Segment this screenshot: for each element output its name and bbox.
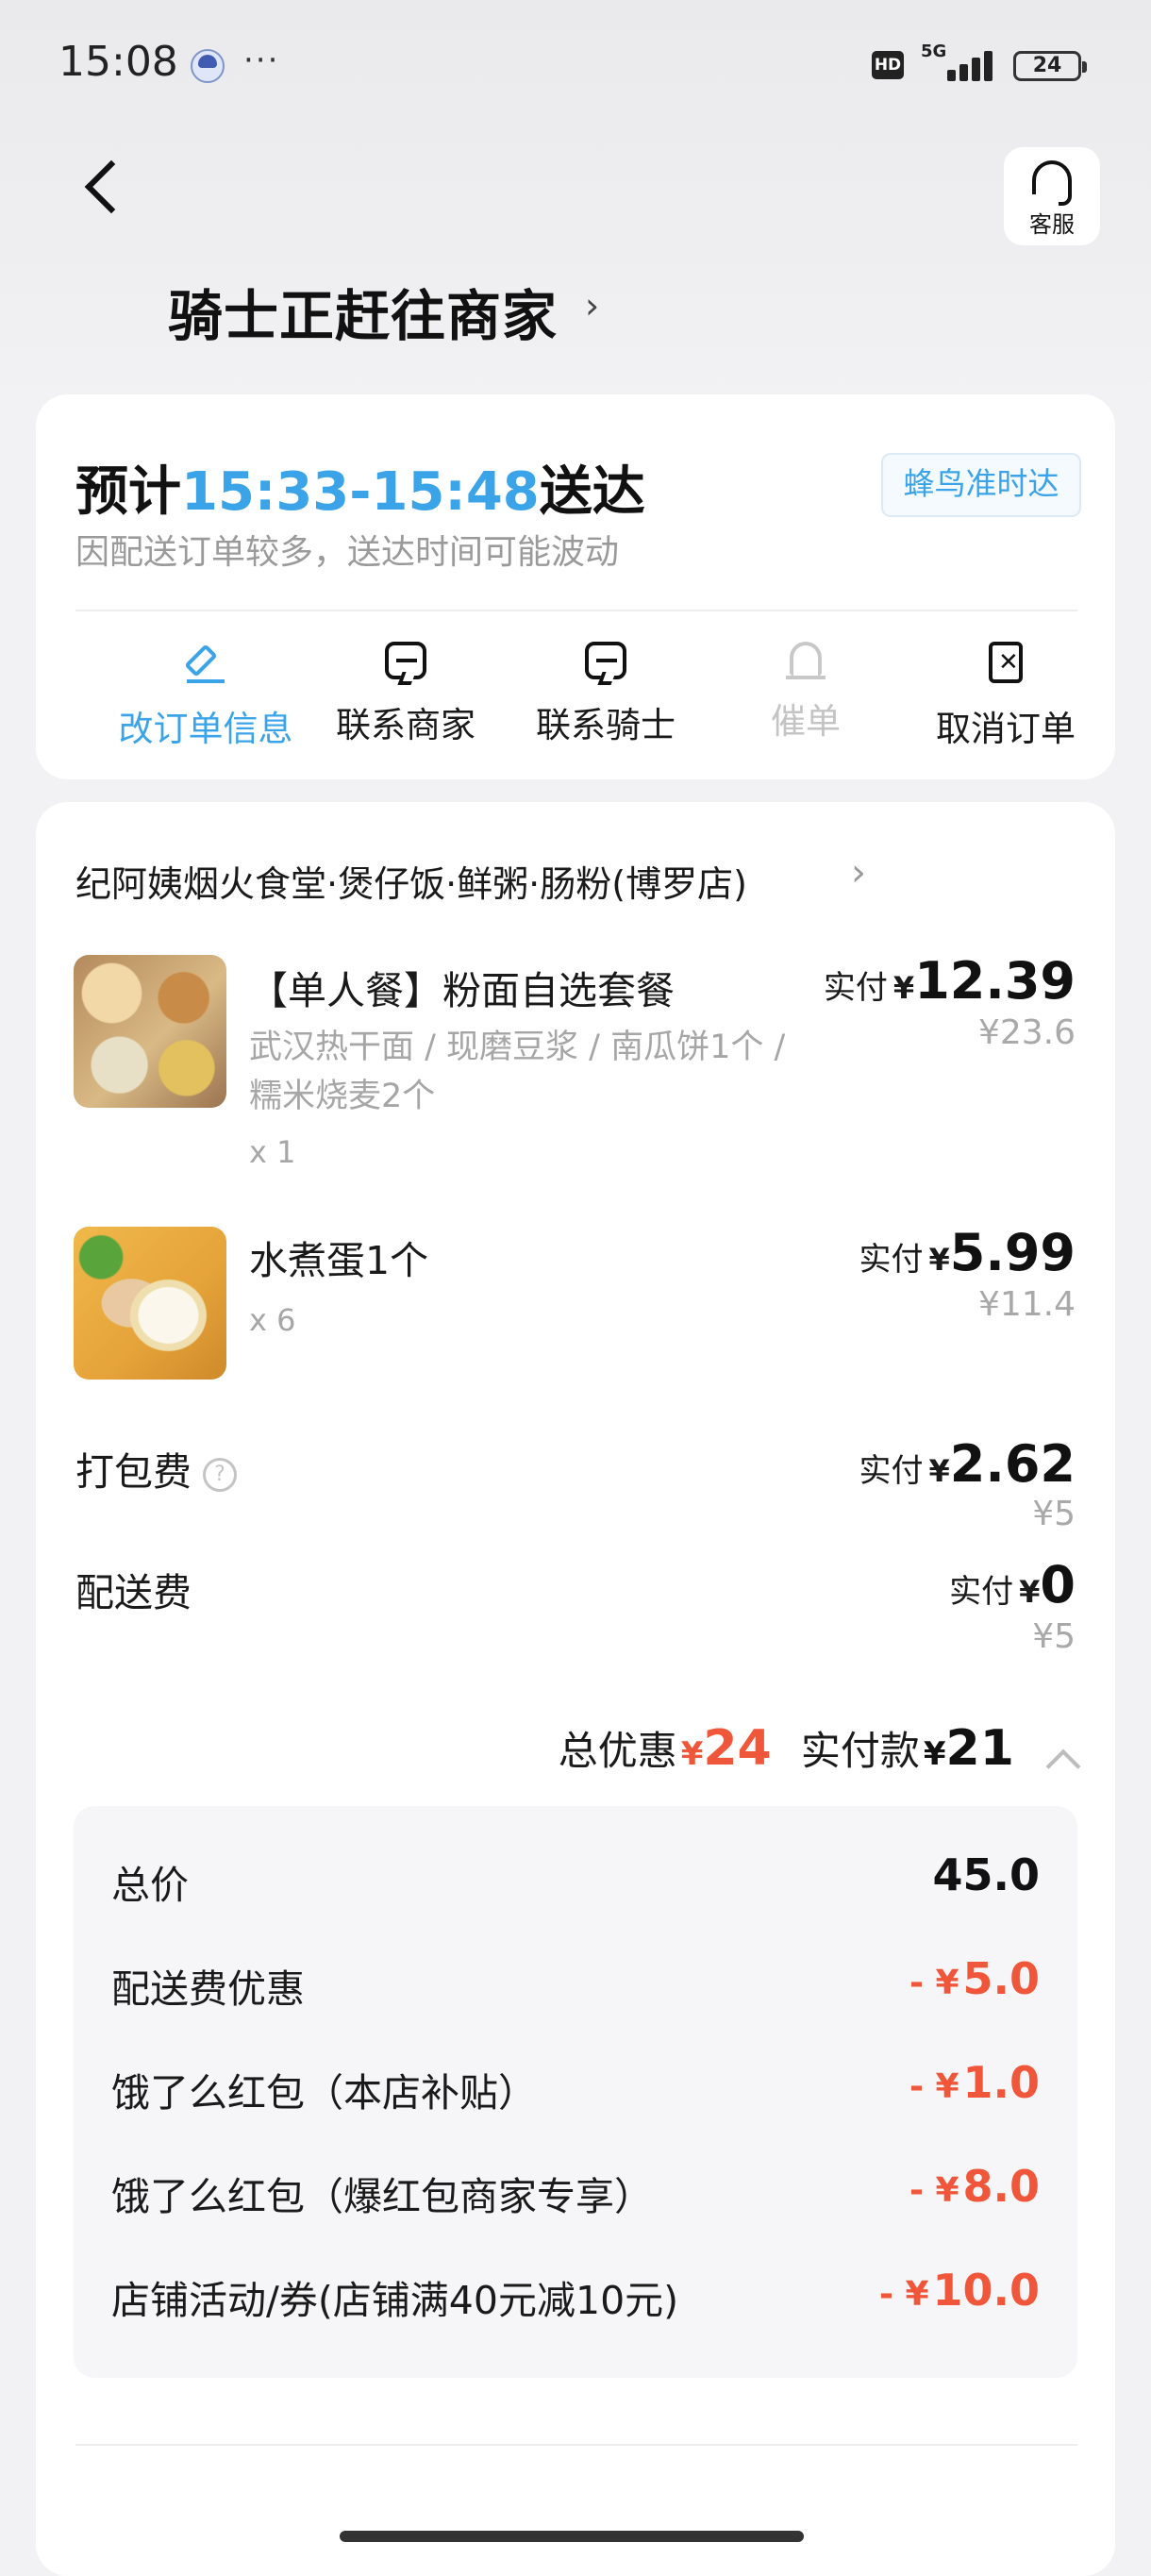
cancel-order-icon bbox=[989, 642, 1023, 683]
packing-fee-paid: 实付 ¥2.62 bbox=[859, 1434, 1076, 1494]
currency: ¥ bbox=[892, 970, 915, 1006]
paid-label: 实付 bbox=[859, 1241, 924, 1279]
eta-time-range: 15:33-15:48 bbox=[181, 461, 540, 523]
item-paid: 实付 ¥12.39 bbox=[824, 951, 1076, 1011]
breakdown-row: 饿了么红包（本店补贴） - ¥1.0 bbox=[111, 2057, 1040, 2117]
currency: ¥ bbox=[680, 1735, 704, 1773]
breakdown-value: 45.0 bbox=[932, 1849, 1041, 1900]
action-label: 改订单信息 bbox=[118, 709, 293, 749]
item-image[interactable] bbox=[74, 1227, 226, 1380]
order-actions: 改订单信息 联系商家 联系骑士 催单 取消订单 bbox=[36, 630, 1115, 772]
chat-icon bbox=[385, 642, 426, 679]
divider bbox=[75, 610, 1077, 611]
breakdown-label: 店铺活动/券(店铺满40元减10元) bbox=[111, 2278, 679, 2323]
network-type: 5G bbox=[921, 42, 947, 61]
currency: ¥ bbox=[923, 1735, 946, 1773]
chevron-right-icon[interactable]: › bbox=[851, 851, 866, 895]
paid-label: 实付 bbox=[823, 969, 888, 1007]
shop-name[interactable]: 纪阿姨烟火食堂·煲仔饭·鲜粥·肠粉(博罗店) bbox=[75, 855, 747, 907]
item-name: 【单人餐】粉面自选套餐 bbox=[249, 968, 675, 1013]
eta-prefix: 预计 bbox=[75, 461, 181, 523]
breakdown-row: 店铺活动/券(店铺满40元减10元) - ¥10.0 bbox=[111, 2265, 1040, 2325]
breakdown-value: - ¥8.0 bbox=[909, 2161, 1040, 2212]
breakdown-value: - ¥10.0 bbox=[878, 2265, 1040, 2316]
original-price: ¥23.6 bbox=[977, 1013, 1076, 1052]
breakdown-row: 配送费优惠 - ¥5.0 bbox=[111, 1953, 1040, 2014]
total-discount: 24 bbox=[703, 1720, 772, 1777]
chevron-right-icon[interactable]: › bbox=[585, 285, 599, 326]
delivery-eta-card: 预计15:33-15:48送达 蜂鸟准时达 因配送订单较多，送达时间可能波动 改… bbox=[36, 394, 1115, 779]
paid-label: 实付 bbox=[949, 1573, 1014, 1611]
on-time-badge[interactable]: 蜂鸟准时达 bbox=[881, 453, 1081, 517]
breakdown-row: 总价 45.0 bbox=[111, 1849, 1040, 1910]
item-image[interactable] bbox=[74, 955, 226, 1108]
contact-merchant-button[interactable]: 联系商家 bbox=[306, 630, 506, 747]
currency: ¥ bbox=[1019, 1574, 1041, 1610]
paid-total-label: 实付款 bbox=[800, 1728, 920, 1774]
app-notification-icon bbox=[191, 49, 225, 83]
breakdown-row: 饿了么红包（爆红包商家专享） - ¥8.0 bbox=[111, 2161, 1040, 2221]
item-paid: 实付 ¥5.99 bbox=[859, 1223, 1076, 1282]
paid-total: 21 bbox=[945, 1720, 1014, 1777]
chat-icon bbox=[585, 642, 626, 679]
urge-order-button[interactable]: 催单 bbox=[706, 630, 906, 744]
action-label: 催单 bbox=[771, 701, 841, 742]
edit-icon bbox=[185, 642, 226, 683]
currency: ¥ bbox=[928, 1242, 950, 1278]
packing-fee-label: 打包费? bbox=[75, 1440, 237, 1497]
chevron-up-icon[interactable] bbox=[1045, 1748, 1081, 1783]
help-icon[interactable]: ? bbox=[203, 1458, 237, 1492]
paid-amount: 5.99 bbox=[949, 1223, 1076, 1282]
item-quantity: x 1 bbox=[249, 1134, 296, 1170]
more-notifications-icon: ··· bbox=[243, 42, 280, 79]
original-price: ¥5 bbox=[1032, 1617, 1076, 1656]
price-breakdown: 总价 45.0 配送费优惠 - ¥5.0 饿了么红包（本店补贴） - ¥1.0 … bbox=[74, 1806, 1077, 2378]
order-details-card: 纪阿姨烟火食堂·煲仔饭·鲜粥·肠粉(博罗店) › 【单人餐】粉面自选套餐 武汉热… bbox=[36, 802, 1115, 2576]
hd-icon: HD bbox=[872, 51, 904, 79]
action-label: 取消订单 bbox=[936, 709, 1076, 749]
breakdown-value: - ¥1.0 bbox=[909, 2057, 1040, 2108]
breakdown-label: 饿了么红包（爆红包商家专享） bbox=[111, 2174, 653, 2219]
paid-label: 实付 bbox=[859, 1452, 924, 1490]
eta-note: 因配送订单较多，送达时间可能波动 bbox=[75, 533, 620, 572]
breakdown-label: 饿了么红包（本店补贴） bbox=[111, 2070, 537, 2116]
contact-rider-button[interactable]: 联系骑士 bbox=[506, 630, 706, 747]
battery-icon: 24 bbox=[1013, 51, 1087, 81]
customer-service-button[interactable]: 客服 bbox=[1004, 147, 1100, 245]
currency: ¥ bbox=[928, 1453, 950, 1489]
eta-suffix: 送达 bbox=[539, 461, 645, 523]
divider bbox=[75, 2444, 1077, 2446]
breakdown-label: 总价 bbox=[111, 1863, 189, 1908]
bell-icon bbox=[786, 642, 826, 679]
item-options: 武汉热干面 / 现磨豆浆 / 南瓜饼1个 / 糯米烧麦2个 bbox=[249, 1029, 786, 1115]
paid-amount: 2.62 bbox=[949, 1434, 1076, 1494]
edit-order-button[interactable]: 改订单信息 bbox=[106, 630, 306, 751]
original-price: ¥5 bbox=[1032, 1495, 1076, 1533]
order-summary-toggle[interactable]: 总优惠 ¥24 实付款 ¥21 bbox=[558, 1719, 1081, 1783]
customer-service-label: 客服 bbox=[1029, 211, 1075, 238]
order-status-title[interactable]: 骑士正赶往商家 bbox=[168, 272, 558, 351]
delivery-fee-label: 配送费 bbox=[75, 1570, 192, 1615]
breakdown-value: - ¥5.0 bbox=[909, 1953, 1040, 2004]
item-quantity: x 6 bbox=[249, 1302, 296, 1338]
paid-amount: 0 bbox=[1040, 1555, 1076, 1614]
status-time: 15:08 bbox=[58, 38, 178, 86]
cancel-order-button[interactable]: 取消订单 bbox=[906, 630, 1106, 751]
headset-icon bbox=[1032, 160, 1072, 206]
delivery-fee-paid: 实付 ¥0 bbox=[949, 1555, 1076, 1614]
signal-icon bbox=[947, 49, 996, 81]
eta-line: 预计15:33-15:48送达 bbox=[75, 449, 645, 526]
item-name: 水煮蛋1个 bbox=[249, 1238, 429, 1283]
paid-amount: 12.39 bbox=[914, 951, 1076, 1011]
original-price: ¥11.4 bbox=[977, 1285, 1076, 1324]
breakdown-label: 配送费优惠 bbox=[111, 1966, 305, 2012]
action-label: 联系骑士 bbox=[536, 705, 676, 745]
home-indicator[interactable] bbox=[340, 2531, 804, 2542]
action-label: 联系商家 bbox=[336, 705, 475, 745]
discount-label: 总优惠 bbox=[558, 1728, 677, 1774]
